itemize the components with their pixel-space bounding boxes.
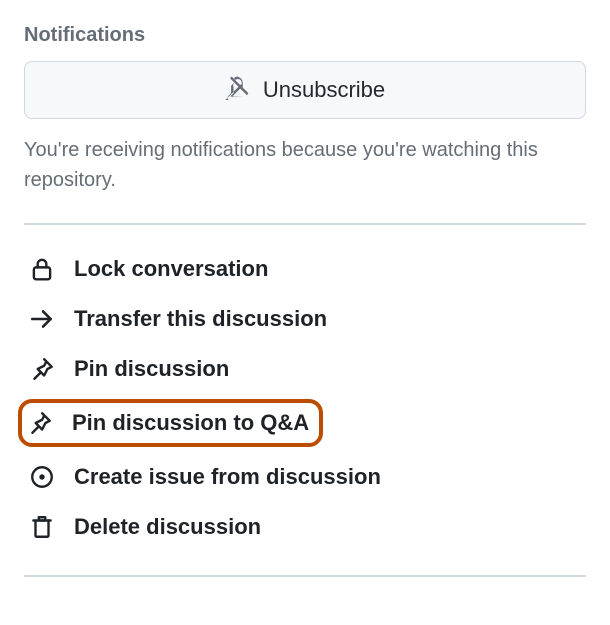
notification-reason: You're receiving notifications because y… [24,135,586,195]
pin-label: Pin discussion [74,356,229,382]
pin-icon [28,355,56,383]
pin-to-category-action[interactable]: Pin discussion to Q&A [18,399,323,447]
delete-discussion-action[interactable]: Delete discussion [24,507,586,547]
pin-icon [26,409,54,437]
lock-label: Lock conversation [74,256,268,282]
create-issue-action[interactable]: Create issue from discussion [24,457,586,497]
unsubscribe-label: Unsubscribe [263,77,385,103]
lock-icon [28,255,56,283]
transfer-label: Transfer this discussion [74,306,327,332]
discussion-actions: Lock conversation Transfer this discussi… [24,249,586,547]
bell-slash-icon [225,74,251,106]
pin-discussion-action[interactable]: Pin discussion [24,349,586,389]
create-issue-label: Create issue from discussion [74,464,381,490]
arrow-right-icon [28,305,56,333]
lock-conversation-action[interactable]: Lock conversation [24,249,586,289]
divider [24,223,586,225]
issue-icon [28,463,56,491]
notifications-title: Notifications [24,24,586,47]
delete-label: Delete discussion [74,514,261,540]
notifications-section: Notifications Unsubscribe You're receivi… [24,24,586,195]
transfer-discussion-action[interactable]: Transfer this discussion [24,299,586,339]
divider [24,575,586,577]
pin-category-label: Pin discussion to Q&A [72,410,309,436]
unsubscribe-button[interactable]: Unsubscribe [24,61,586,119]
trash-icon [28,513,56,541]
